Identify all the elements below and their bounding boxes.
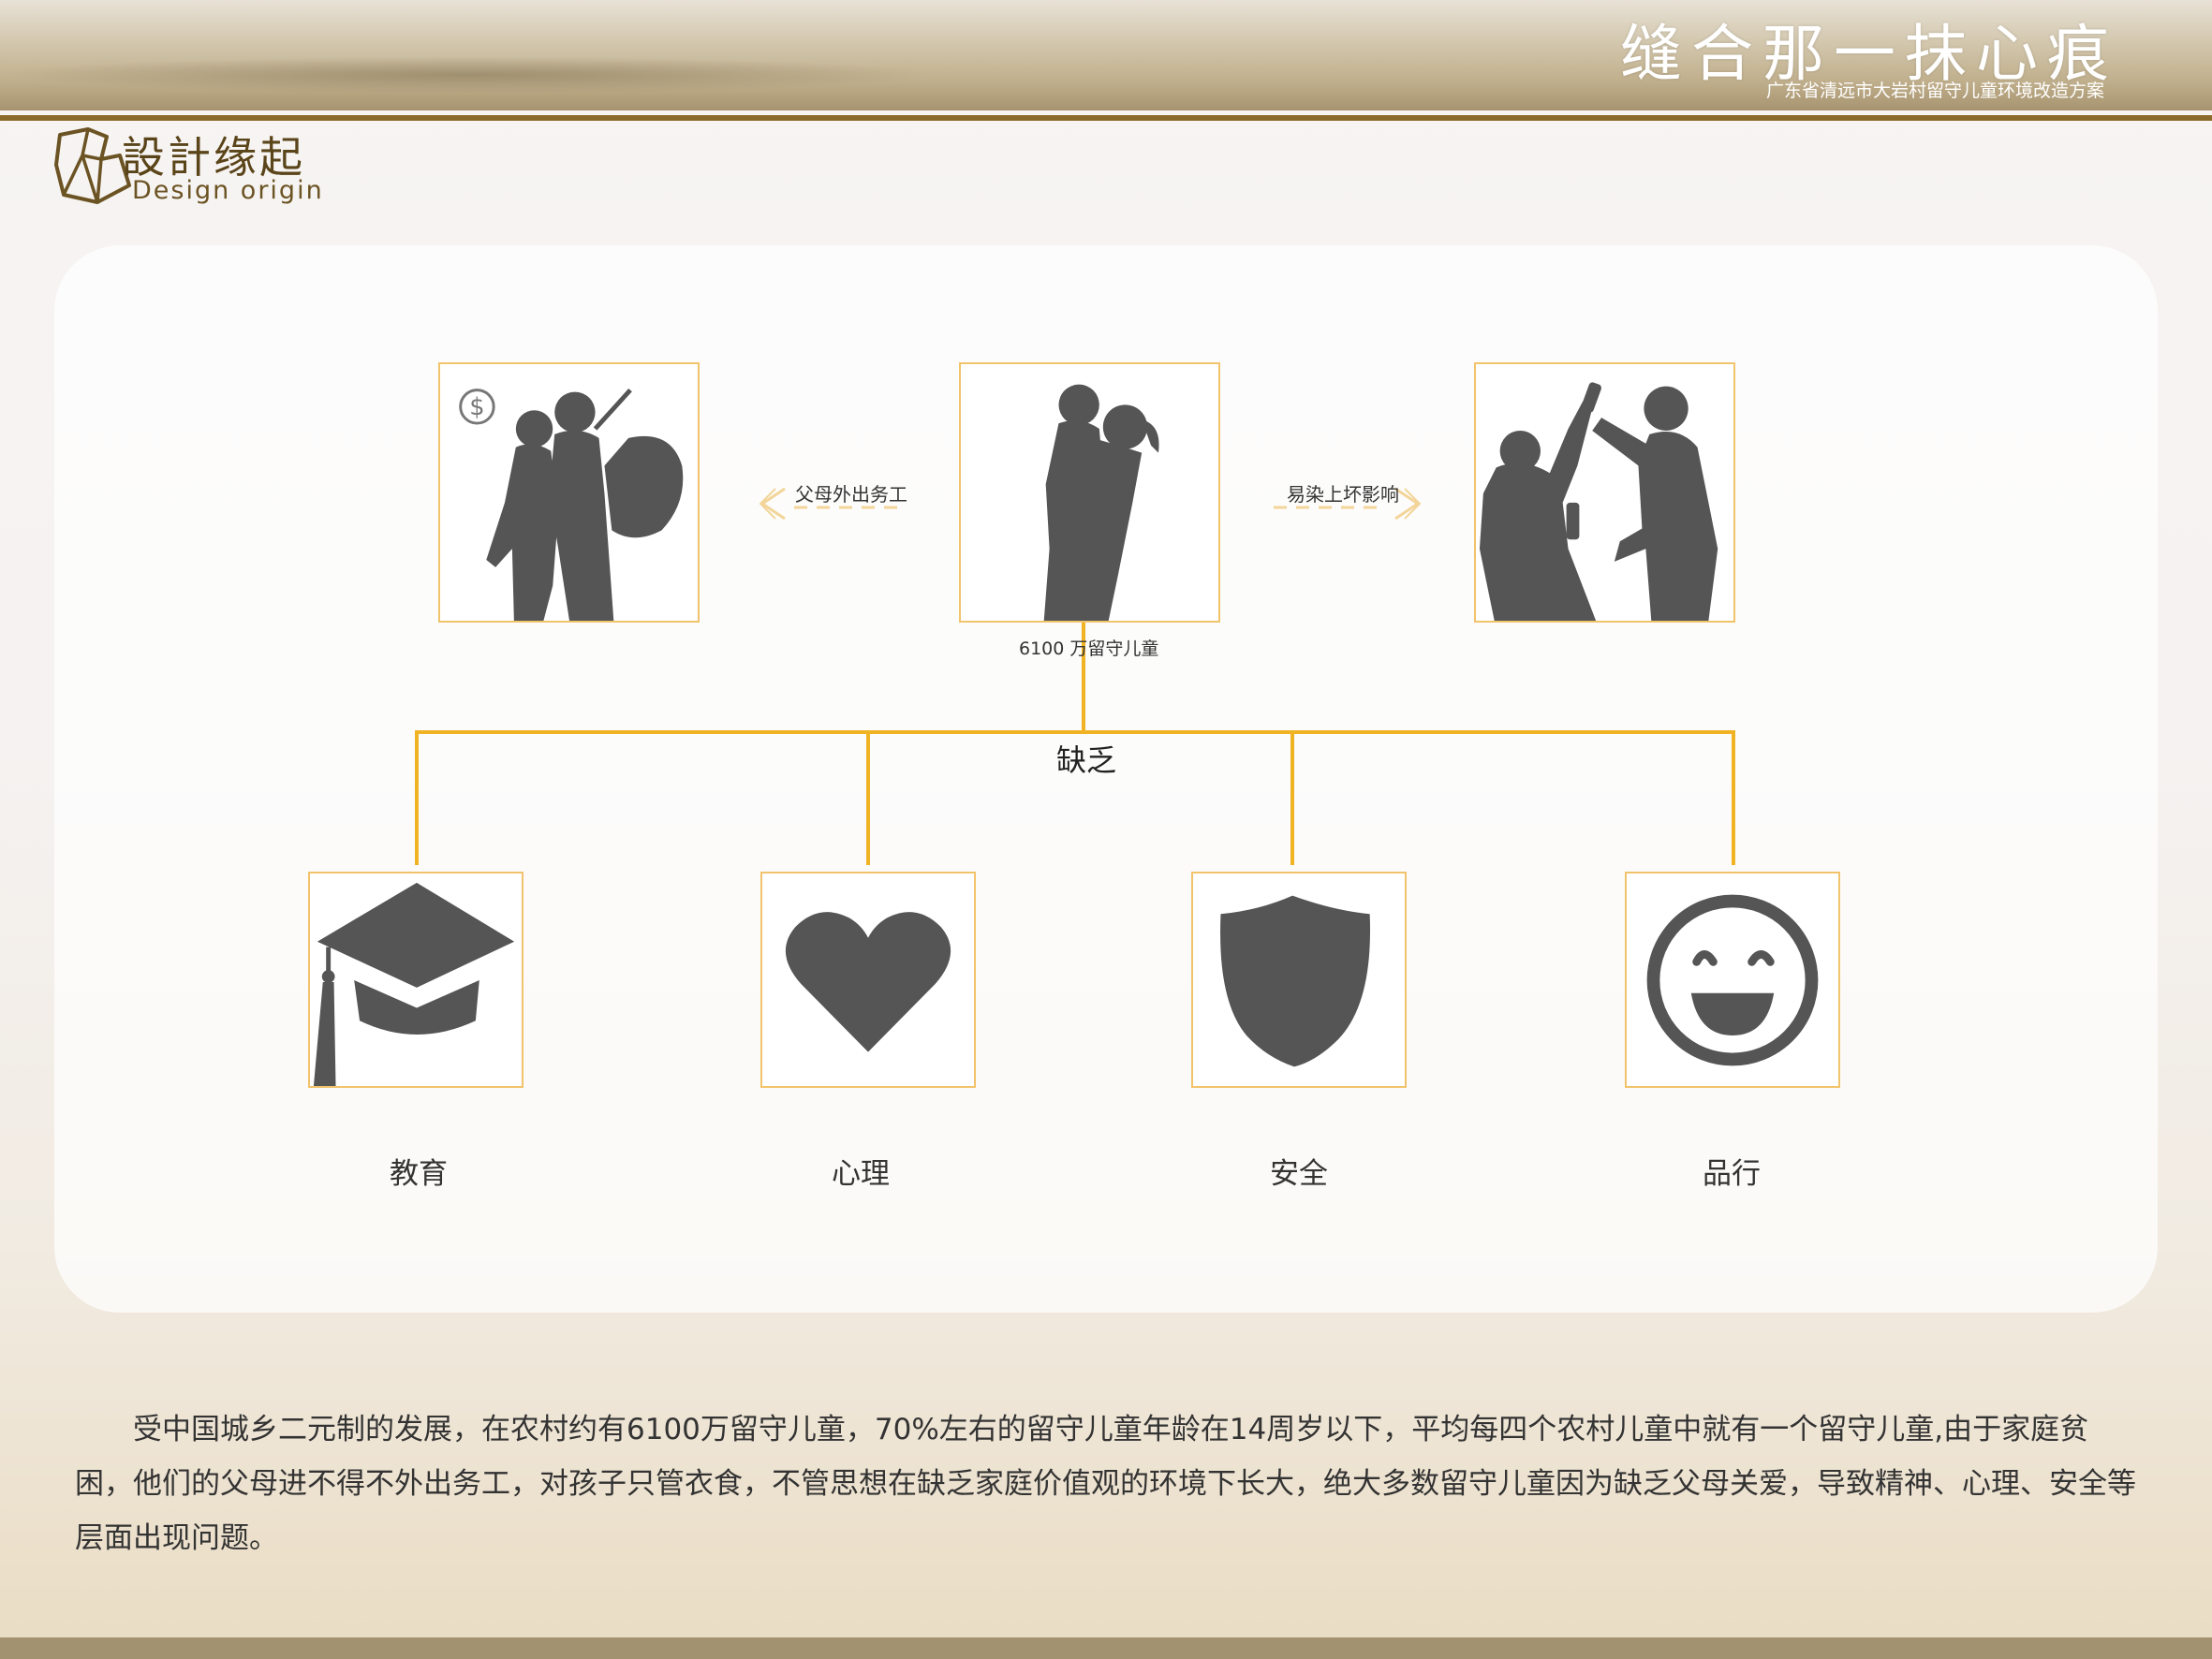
- psychology-label: 心理: [832, 1157, 890, 1191]
- education-box: [308, 872, 524, 1088]
- connector-branch-2: [866, 730, 870, 865]
- branch-label: 缺乏: [1056, 742, 1117, 778]
- description-paragraph: 受中国城乡二元制的发展，在农村约有6100万留守儿童，70%左右的留守儿童年龄在…: [75, 1413, 2136, 1555]
- header-divider: [0, 115, 2212, 121]
- safety-label: 安全: [1270, 1157, 1328, 1191]
- psychology-box: [760, 872, 976, 1088]
- left-arrow-label: 父母外出务工: [795, 483, 907, 506]
- conduct-label: 品行: [1703, 1157, 1761, 1191]
- child-image: [959, 362, 1220, 623]
- page-subtitle: 广东省清远市大岩村留守儿童环境改造方案: [1765, 81, 2104, 101]
- section-title-en: Design origin: [132, 176, 324, 205]
- connector-branch-3: [1290, 730, 1294, 865]
- education-label: 教育: [390, 1157, 448, 1191]
- svg-text:$: $: [469, 393, 484, 421]
- safety-box: [1191, 872, 1407, 1088]
- parents-leaving-image: $: [438, 362, 700, 623]
- bad-influence-image: [1474, 362, 1735, 623]
- connector-branch-4: [1732, 730, 1735, 865]
- right-arrow-label: 易染上坏影响: [1287, 483, 1399, 506]
- center-label: 6100 万留守儿童: [1019, 639, 1159, 659]
- conduct-box: [1625, 872, 1840, 1088]
- connector-horizontal: [415, 730, 1735, 734]
- connector-branch-1: [415, 730, 419, 865]
- design-logo-icon: [54, 127, 131, 204]
- footer-bar: [0, 1637, 2212, 1659]
